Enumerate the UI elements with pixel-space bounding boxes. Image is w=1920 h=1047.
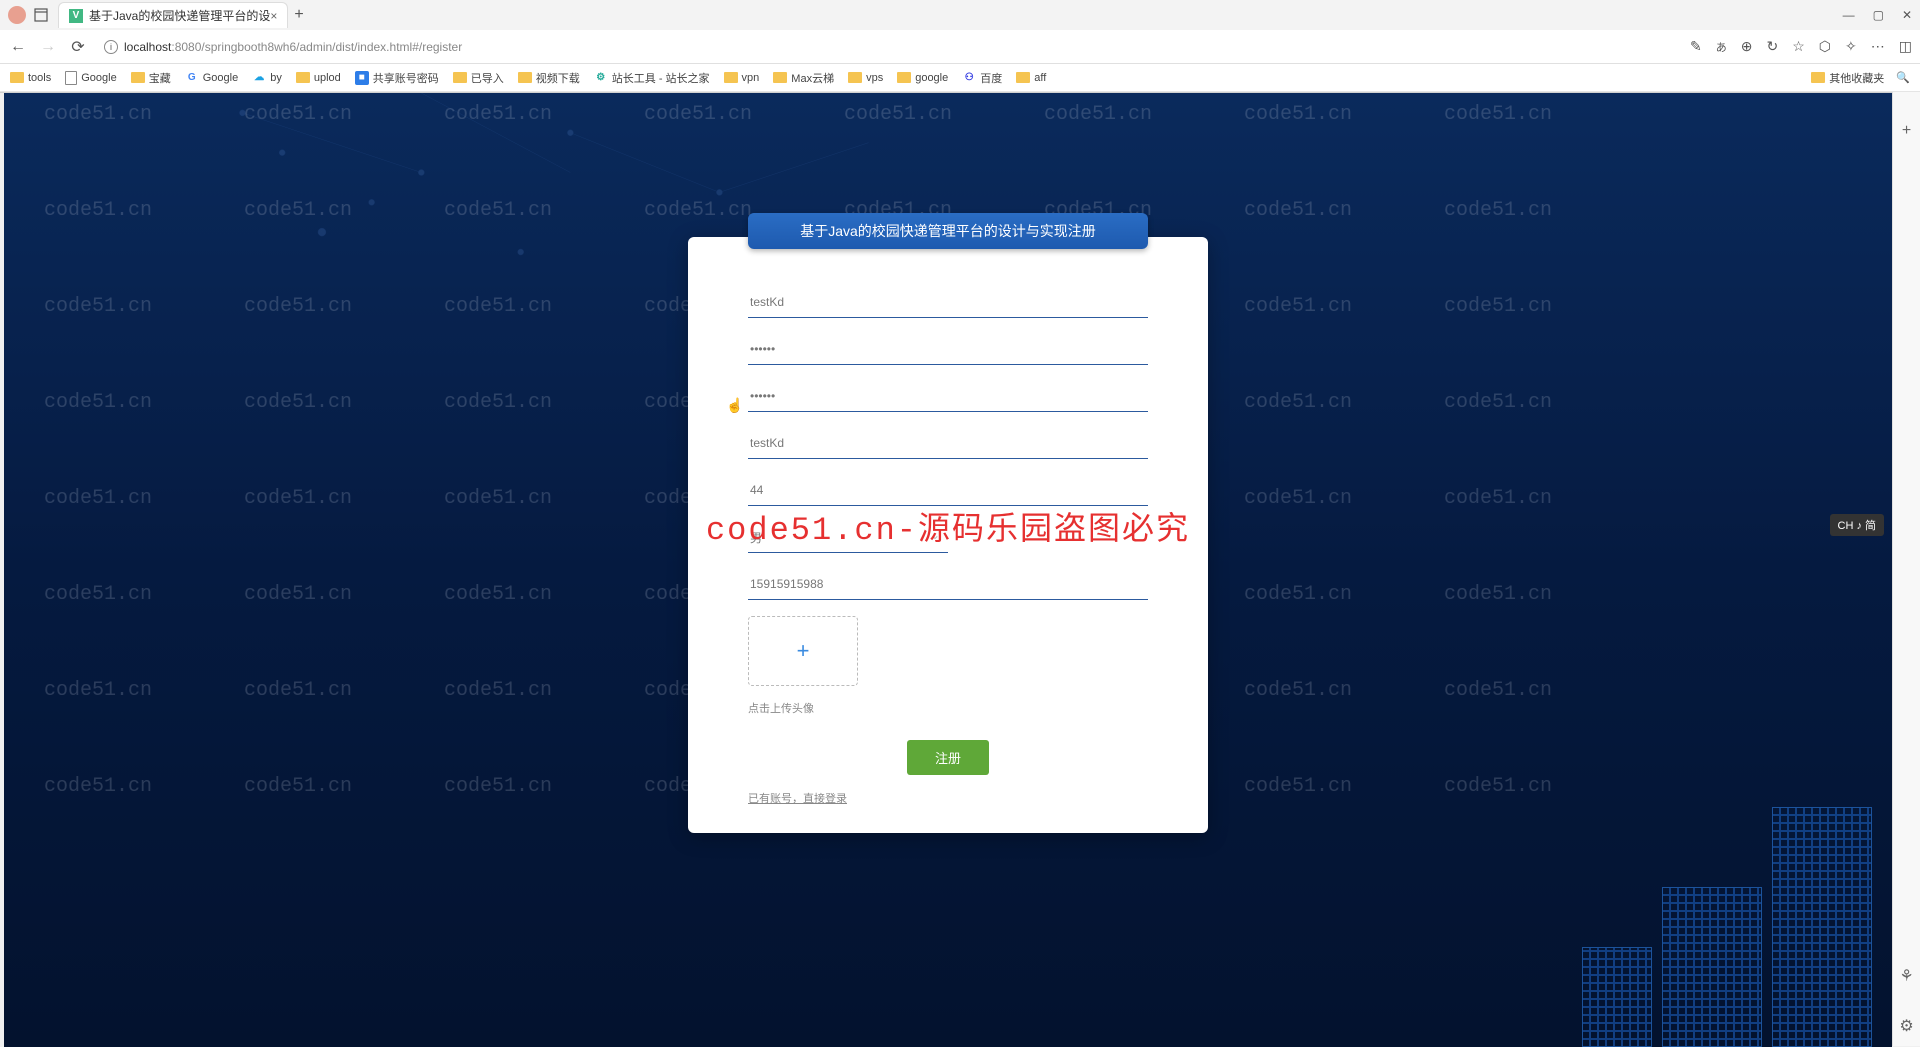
back-button[interactable]: ← [8, 38, 28, 56]
tab-overview-icon[interactable] [34, 8, 48, 22]
register-button[interactable]: 注册 [907, 740, 989, 775]
site-info-icon[interactable]: i [104, 40, 118, 54]
sidebar-toggle-icon[interactable]: ◫ [1899, 38, 1912, 55]
bookmark-baozang[interactable]: 宝藏 [131, 70, 171, 86]
bookmarks-bar: tools Google 宝藏 GGoogle ☁by uplod ■共享账号密… [0, 64, 1920, 92]
bookmark-google[interactable]: GGoogle [185, 71, 238, 85]
reload-button[interactable]: ⟳ [68, 37, 88, 57]
address-bar: ← → ⟳ i localhost:8080/springbooth8wh6/a… [0, 30, 1920, 64]
bookmark-google-folder[interactable]: google [897, 72, 948, 84]
vue-favicon-icon: V [69, 9, 83, 23]
more-icon[interactable]: ⋯ [1871, 38, 1885, 55]
folder-icon [1016, 72, 1030, 83]
edge-sidebar: + ⚘ ⚙ [1892, 92, 1920, 1046]
titlebar: V 基于Java的校园快递管理平台的设 × + — ▢ ✕ [0, 0, 1920, 30]
register-card: 基于Java的校园快递管理平台的设计与实现注册 + 点击上传头像 注册 已有账号… [688, 213, 1208, 833]
bookmark-uplod[interactable]: uplod [296, 72, 341, 84]
gender-select[interactable] [748, 522, 948, 553]
ime-badge: CH ♪ 简 [1830, 514, 1885, 536]
cloud-icon: ☁ [252, 71, 266, 85]
folder-icon [518, 72, 532, 83]
bookmark-other[interactable]: 其他收藏夹 [1811, 70, 1884, 86]
bookmark-aff[interactable]: aff [1016, 72, 1046, 84]
google-icon: G [185, 71, 199, 85]
edit-icon[interactable]: ✎ [1690, 38, 1702, 55]
sidebar-add-icon[interactable]: + [1902, 122, 1911, 140]
realname-input[interactable] [748, 428, 1148, 459]
folder-icon [848, 72, 862, 83]
age-input[interactable] [748, 475, 1148, 506]
extensions-icon[interactable]: ⬡ [1819, 38, 1831, 55]
folder-icon [131, 72, 145, 83]
zoom-icon[interactable]: ⊕ [1741, 38, 1753, 55]
page-icon [65, 71, 77, 85]
bookmark-webmaster-tools[interactable]: ⚙站长工具 - 站长之家 [594, 70, 710, 86]
folder-icon [10, 72, 24, 83]
sync-icon[interactable]: ↻ [1767, 38, 1779, 55]
tab-title: 基于Java的校园快递管理平台的设 [89, 7, 270, 24]
sidebar-settings-icon[interactable]: ⚙ [1899, 1016, 1913, 1036]
window-controls: — ▢ ✕ [1843, 8, 1912, 22]
login-link[interactable]: 已有账号，直接登录 [748, 793, 847, 805]
url-input[interactable]: i localhost:8080/springbooth8wh6/admin/d… [98, 40, 1680, 54]
collections-icon[interactable]: ✧ [1845, 38, 1857, 55]
folder-icon [296, 72, 310, 83]
bookmark-maxcloud[interactable]: Max云梯 [773, 70, 834, 86]
bookmark-google-page[interactable]: Google [65, 71, 116, 85]
username-input[interactable] [748, 287, 1148, 318]
search-bookmarks-icon[interactable]: 🔍 [1896, 71, 1910, 84]
avatar-upload[interactable]: + [748, 616, 858, 686]
bookmark-tools[interactable]: tools [10, 72, 51, 84]
close-window-icon[interactable]: ✕ [1902, 8, 1912, 22]
translate-icon[interactable]: あ [1716, 39, 1727, 55]
browser-tab[interactable]: V 基于Java的校园快递管理平台的设 × [58, 2, 288, 28]
profile-avatar-icon[interactable] [8, 6, 26, 24]
browser-chrome: V 基于Java的校园快递管理平台的设 × + — ▢ ✕ ← → ⟳ i lo… [0, 0, 1920, 93]
url-path: :8080/springbooth8wh6/admin/dist/index.h… [171, 40, 462, 54]
phone-input[interactable] [748, 569, 1148, 600]
folder-icon [453, 72, 467, 83]
plus-icon: + [797, 638, 810, 664]
bookmark-imported[interactable]: 已导入 [453, 70, 504, 86]
new-tab-button[interactable]: + [294, 6, 303, 24]
folder-icon [724, 72, 738, 83]
folder-icon [773, 72, 787, 83]
app-icon: ■ [355, 71, 369, 85]
upload-hint: 点击上传头像 [748, 700, 1148, 716]
page-content: code51.cncode51.cncode51.cncode51.cncode… [4, 93, 1892, 1047]
bookmark-by[interactable]: ☁by [252, 71, 282, 85]
bookmark-share-account[interactable]: ■共享账号密码 [355, 70, 439, 86]
building-decoration [1572, 767, 1872, 1047]
bookmark-baidu[interactable]: ⚇百度 [962, 70, 1002, 86]
folder-icon [1811, 72, 1825, 83]
forward-button[interactable]: → [38, 38, 58, 56]
card-title: 基于Java的校园快递管理平台的设计与实现注册 [748, 213, 1148, 249]
maximize-icon[interactable]: ▢ [1873, 8, 1884, 22]
sidebar-tools-icon[interactable]: ⚘ [1899, 966, 1913, 986]
tab-close-icon[interactable]: × [270, 9, 277, 23]
bookmark-vps[interactable]: vps [848, 72, 883, 84]
baidu-icon: ⚇ [962, 71, 976, 85]
bookmark-vpn[interactable]: vpn [724, 72, 760, 84]
url-host: localhost [124, 40, 171, 54]
tool-icon: ⚙ [594, 71, 608, 85]
confirm-password-input[interactable] [748, 381, 1148, 412]
bookmark-video-download[interactable]: 视频下载 [518, 70, 580, 86]
folder-icon [897, 72, 911, 83]
favorite-icon[interactable]: ☆ [1792, 38, 1805, 55]
minimize-icon[interactable]: — [1843, 8, 1855, 22]
password-input[interactable] [748, 334, 1148, 365]
